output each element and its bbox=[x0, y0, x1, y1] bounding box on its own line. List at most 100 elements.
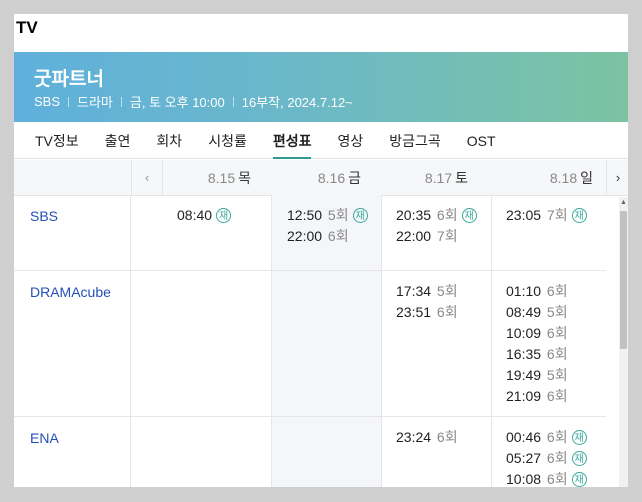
schedule-grid: ‹ 8.15 목 8.16 금 8.17 토 8.18 일 › SBS DRAM… bbox=[14, 160, 628, 502]
slot-time: 20:35 bbox=[396, 207, 432, 223]
meta-genre: 드라마 bbox=[77, 95, 113, 110]
broadcast-slot: 08:49 5회 bbox=[506, 302, 568, 323]
column-divider bbox=[491, 195, 492, 502]
slot-episode: 7회 bbox=[433, 228, 458, 244]
day-of-week: 일 bbox=[580, 170, 593, 186]
slot-episode: 6회 bbox=[543, 471, 568, 487]
broadcast-slot: 23:24 6회 bbox=[396, 427, 458, 448]
slot-episode: 6회 bbox=[543, 346, 568, 362]
tab-episodes[interactable]: 회차 bbox=[143, 122, 195, 158]
slot-time: 00:46 bbox=[506, 429, 542, 445]
broadcast-slot: 16:35 6회 bbox=[506, 344, 568, 365]
rerun-badge: 재 bbox=[216, 208, 232, 223]
scrollbar-thumb[interactable] bbox=[620, 211, 627, 349]
broadcast-slot: 21:09 6회 bbox=[506, 386, 568, 407]
broadcast-slot: 19:49 5회 bbox=[506, 365, 568, 386]
slot-episode: 6회 bbox=[543, 325, 568, 341]
day-of-week: 목 bbox=[238, 170, 251, 186]
slot-episode: 6회 bbox=[543, 450, 568, 466]
program-meta: SBS 드라마 금, 토 오후 10:00 16부작, 2024.7.12~ bbox=[34, 92, 353, 111]
broadcast-slot: 12:50 5회 재 bbox=[287, 205, 368, 226]
channel-name[interactable]: DRAMAcube bbox=[30, 284, 111, 300]
tab-ratings[interactable]: 시청률 bbox=[195, 122, 260, 158]
title-bar: TV bbox=[14, 14, 628, 52]
date-value: 8.18 bbox=[549, 170, 578, 186]
slot-time: 10:09 bbox=[506, 325, 542, 341]
rerun-badge: 재 bbox=[461, 208, 477, 223]
broadcast-slot: 22:00 7회 bbox=[396, 226, 458, 247]
channel-name[interactable]: SBS bbox=[30, 208, 58, 224]
broadcast-slot: 17:34 5회 bbox=[396, 281, 458, 302]
broadcast-slot: 00:46 6회 재 bbox=[506, 427, 587, 448]
slot-episode: 6회 bbox=[543, 283, 568, 299]
day-of-week: 토 bbox=[455, 170, 468, 186]
day-of-week: 금 bbox=[348, 170, 361, 186]
date-column-2: 8.16 금 bbox=[271, 160, 361, 195]
tv-panel: TV 굿파트너 SBS 드라마 금, 토 오후 10:00 16부작, 2024… bbox=[14, 14, 628, 502]
slot-time: 01:10 bbox=[506, 283, 542, 299]
slot-time: 08:40 bbox=[177, 207, 213, 223]
broadcast-slot: 22:00 6회 bbox=[287, 226, 349, 247]
meta-divider bbox=[232, 96, 234, 107]
date-column-4: 8.18 일 bbox=[491, 160, 593, 195]
window-bottom-edge bbox=[0, 487, 642, 502]
slot-time: 22:00 bbox=[396, 228, 432, 244]
slot-episode: 5회 bbox=[324, 207, 349, 223]
slot-time: 23:05 bbox=[506, 207, 542, 223]
prev-dates-button[interactable]: ‹ bbox=[131, 160, 163, 195]
tab-ost[interactable]: OST bbox=[454, 122, 509, 158]
next-dates-button[interactable]: › bbox=[606, 160, 628, 195]
broadcast-slot: 23:51 6회 bbox=[396, 302, 458, 323]
meta-airtime: 금, 토 오후 10:00 bbox=[129, 95, 225, 110]
broadcast-slot: 01:10 6회 bbox=[506, 281, 568, 302]
scroll-up-arrow-icon[interactable]: ▲ bbox=[619, 197, 628, 209]
slot-episode: 7회 bbox=[543, 207, 568, 223]
program-title[interactable]: 굿파트너 bbox=[34, 64, 104, 91]
slot-time: 17:34 bbox=[396, 283, 432, 299]
tab-just-played-song[interactable]: 방금그곡 bbox=[376, 122, 454, 158]
window-title: TV bbox=[16, 18, 38, 37]
chevron-right-icon: › bbox=[615, 170, 621, 185]
slot-time: 21:09 bbox=[506, 388, 542, 404]
slot-time: 05:27 bbox=[506, 450, 542, 466]
date-column-1: 8.15 목 bbox=[161, 160, 251, 195]
slot-episode: 6회 bbox=[324, 228, 349, 244]
date-value: 8.16 bbox=[317, 170, 346, 186]
row-divider bbox=[14, 270, 606, 271]
date-value: 8.15 bbox=[207, 170, 236, 186]
broadcast-slot: 10:09 6회 bbox=[506, 323, 568, 344]
tab-cast[interactable]: 출연 bbox=[92, 122, 144, 158]
broadcast-slot: 20:35 6회 재 bbox=[396, 205, 477, 226]
rerun-badge: 재 bbox=[571, 451, 587, 466]
rerun-badge: 재 bbox=[571, 472, 587, 487]
vertical-scrollbar[interactable]: ▲ bbox=[619, 197, 628, 502]
date-header: ‹ 8.15 목 8.16 금 8.17 토 8.18 일 › bbox=[14, 160, 628, 196]
slot-time: 19:49 bbox=[506, 367, 542, 383]
rerun-badge: 재 bbox=[352, 208, 368, 223]
channel-name[interactable]: ENA bbox=[30, 430, 59, 446]
slot-episode: 5회 bbox=[543, 304, 568, 320]
tab-schedule[interactable]: 편성표 bbox=[260, 122, 325, 159]
slot-time: 16:35 bbox=[506, 346, 542, 362]
slot-episode: 6회 bbox=[433, 429, 458, 445]
slot-time: 23:24 bbox=[396, 429, 432, 445]
tab-videos[interactable]: 영상 bbox=[324, 122, 376, 158]
column-divider bbox=[271, 195, 272, 502]
broadcast-slot: 23:05 7회 재 bbox=[506, 205, 587, 226]
slot-time: 23:51 bbox=[396, 304, 432, 320]
slot-time: 10:08 bbox=[506, 471, 542, 487]
column-divider bbox=[130, 195, 131, 502]
slot-time: 08:49 bbox=[506, 304, 542, 320]
slot-episode: 6회 bbox=[433, 207, 458, 223]
tab-tv-info[interactable]: TV정보 bbox=[22, 122, 92, 158]
slot-episode: 6회 bbox=[543, 429, 568, 445]
date-value: 8.17 bbox=[424, 170, 453, 186]
rerun-badge: 재 bbox=[571, 208, 587, 223]
chevron-left-icon: ‹ bbox=[144, 170, 150, 185]
program-header: 굿파트너 SBS 드라마 금, 토 오후 10:00 16부작, 2024.7.… bbox=[14, 52, 628, 122]
slot-episode: 6회 bbox=[433, 304, 458, 320]
meta-divider bbox=[68, 96, 70, 107]
meta-divider bbox=[120, 96, 122, 107]
slot-time: 12:50 bbox=[287, 207, 323, 223]
slot-episode: 5회 bbox=[433, 283, 458, 299]
